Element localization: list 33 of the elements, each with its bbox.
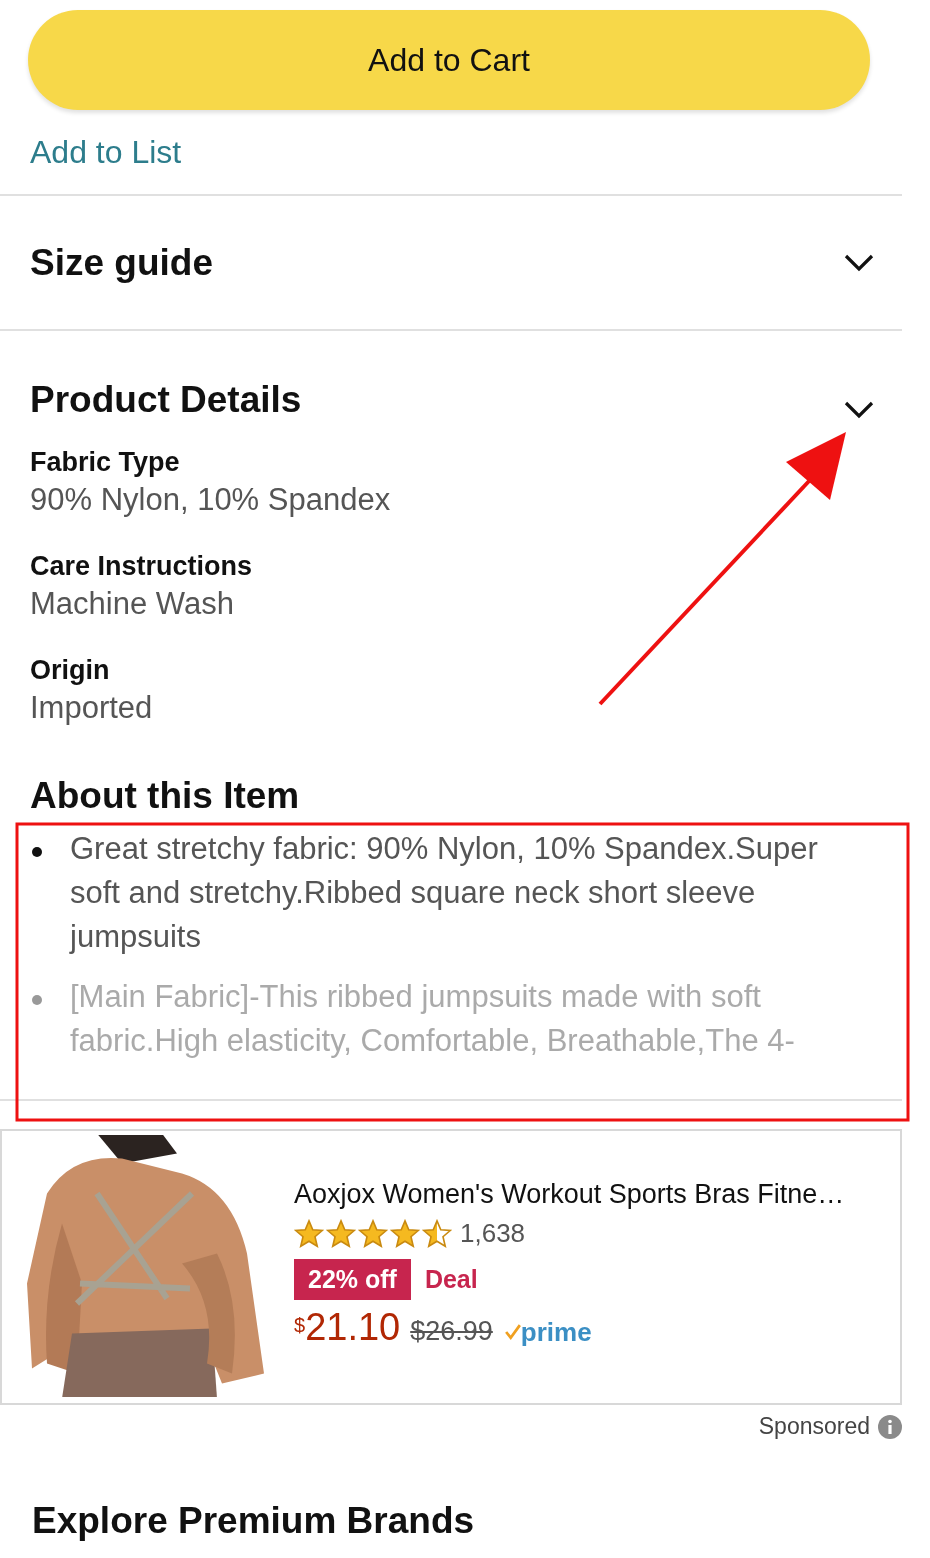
rating-count[interactable]: 1,638 xyxy=(460,1218,526,1249)
chevron-down-icon[interactable] xyxy=(844,401,874,419)
star-icon xyxy=(358,1218,388,1249)
add-to-list-link[interactable]: Add to List xyxy=(30,134,182,171)
detail-value: Machine Wash xyxy=(30,585,235,623)
info-icon[interactable] xyxy=(878,1414,902,1439)
list-price: $26.99 xyxy=(410,1316,493,1347)
sponsored-label: Sponsored xyxy=(758,1413,870,1440)
star-icon xyxy=(294,1218,324,1249)
check-icon xyxy=(504,1324,521,1340)
product-title[interactable]: Aoxjox Women's Workout Sports Bras Fitne… xyxy=(294,1179,845,1210)
prime-text: prime xyxy=(520,1316,592,1348)
add-to-cart-button[interactable]: Add to Cart xyxy=(28,10,870,110)
price: 21.10 xyxy=(305,1306,401,1349)
section-title: About this Item xyxy=(30,775,301,817)
star-icon xyxy=(390,1218,420,1249)
currency-symbol: $ xyxy=(294,1314,306,1336)
section-title[interactable]: Size guide xyxy=(30,241,213,284)
half-star-icon xyxy=(422,1218,452,1249)
detail-label: Origin xyxy=(30,654,111,687)
product-card[interactable]: Aoxjox Women's Workout Sports Bras Fitne… 1,638 22% off Deal $21.10 $26.99 prime xyxy=(0,1129,902,1405)
star-icon xyxy=(326,1218,356,1249)
discount-badge: 22% off xyxy=(294,1259,411,1300)
section-title[interactable]: Product Details xyxy=(30,379,302,421)
bullet-text: [Main Fabric]-This ribbed jumpsuits made with soft fabric.High elasticity, Comfortable, Breathable,The 4- xyxy=(70,978,796,1060)
detail-value: Imported xyxy=(30,689,154,727)
deal-label: Deal xyxy=(424,1265,478,1294)
bullet-text: Great stretchy fabric: 90% Nylon, 10% Spandex.Super soft and stretchy.Ribbed square neck short sleeve jumpsuits xyxy=(70,830,819,956)
detail-label: Fabric Type xyxy=(30,446,181,479)
detail-label: Care Instructions xyxy=(30,550,254,583)
chevron-down-icon[interactable] xyxy=(844,253,874,272)
section-title: Explore Premium Brands xyxy=(32,1500,476,1542)
detail-value: 90% Nylon, 10% Spandex xyxy=(30,481,392,519)
